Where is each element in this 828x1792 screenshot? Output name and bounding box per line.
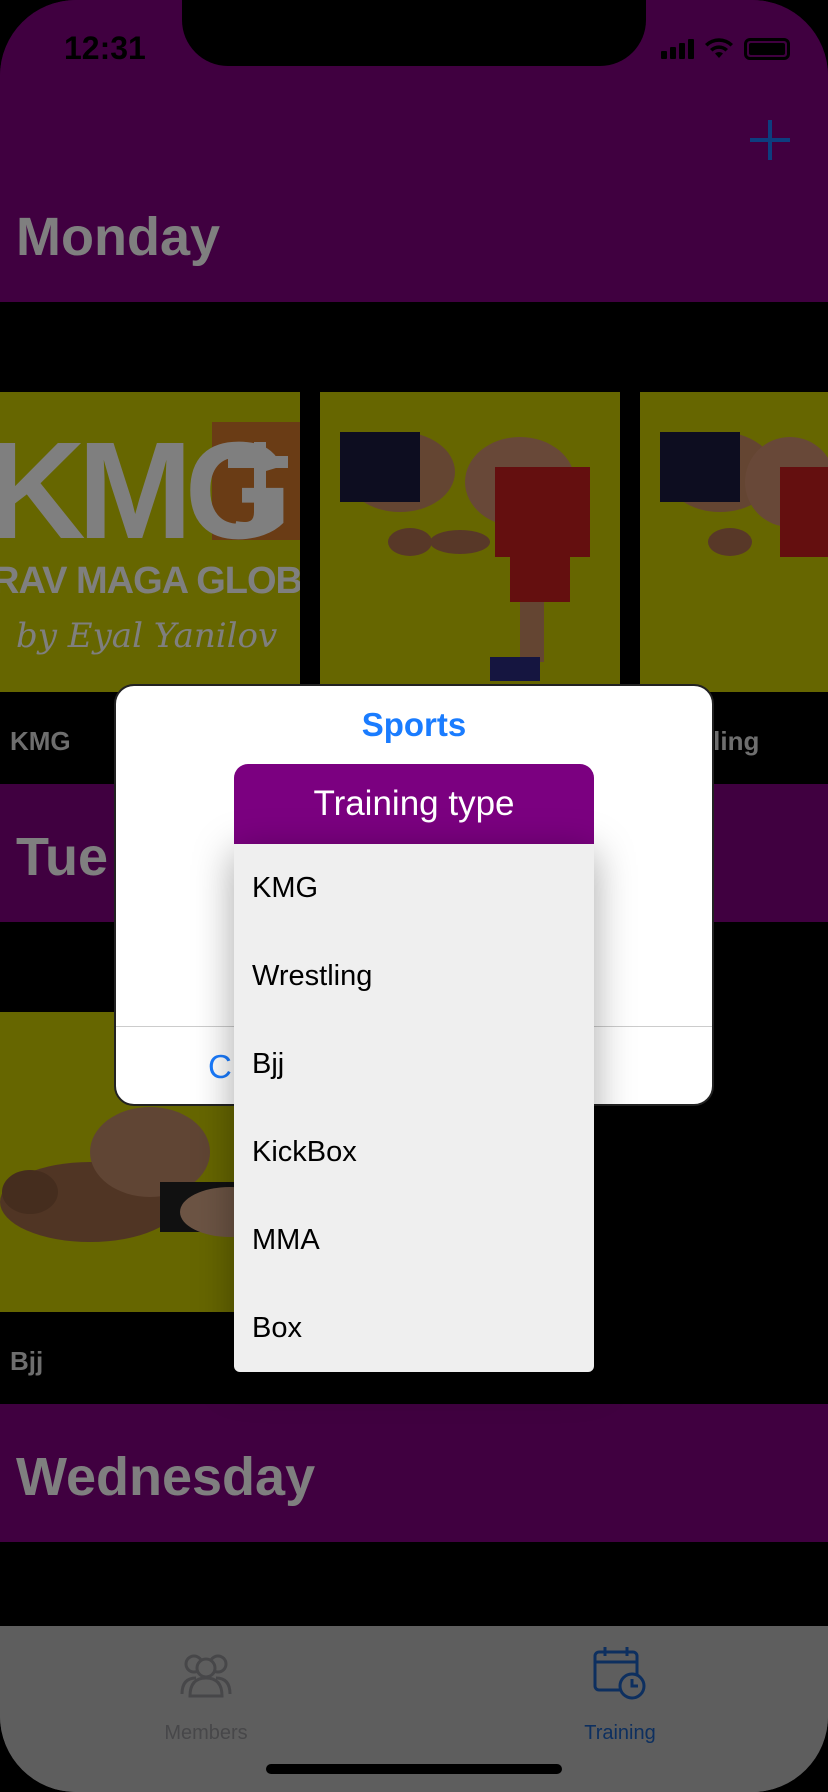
phone-screen: 12:31 Monday KMG RAV MAG xyxy=(0,0,828,1792)
dropdown-option-box[interactable]: Box xyxy=(234,1284,594,1372)
training-type-dropdown-button[interactable]: Training type xyxy=(234,764,594,844)
dropdown-option-kmg[interactable]: KMG xyxy=(234,844,594,932)
dropdown-option-bjj[interactable]: Bjj xyxy=(234,1020,594,1108)
training-type-dropdown-list: KMG Wrestling Bjj KickBox MMA Box xyxy=(234,844,594,1372)
dropdown-option-kickbox[interactable]: KickBox xyxy=(234,1108,594,1196)
device-notch xyxy=(182,0,646,66)
home-indicator xyxy=(266,1764,562,1774)
alert-cancel-button[interactable]: C xyxy=(208,1048,232,1086)
dropdown-option-mma[interactable]: MMA xyxy=(234,1196,594,1284)
alert-title: Sports xyxy=(361,706,467,743)
dropdown-option-wrestling[interactable]: Wrestling xyxy=(234,932,594,1020)
